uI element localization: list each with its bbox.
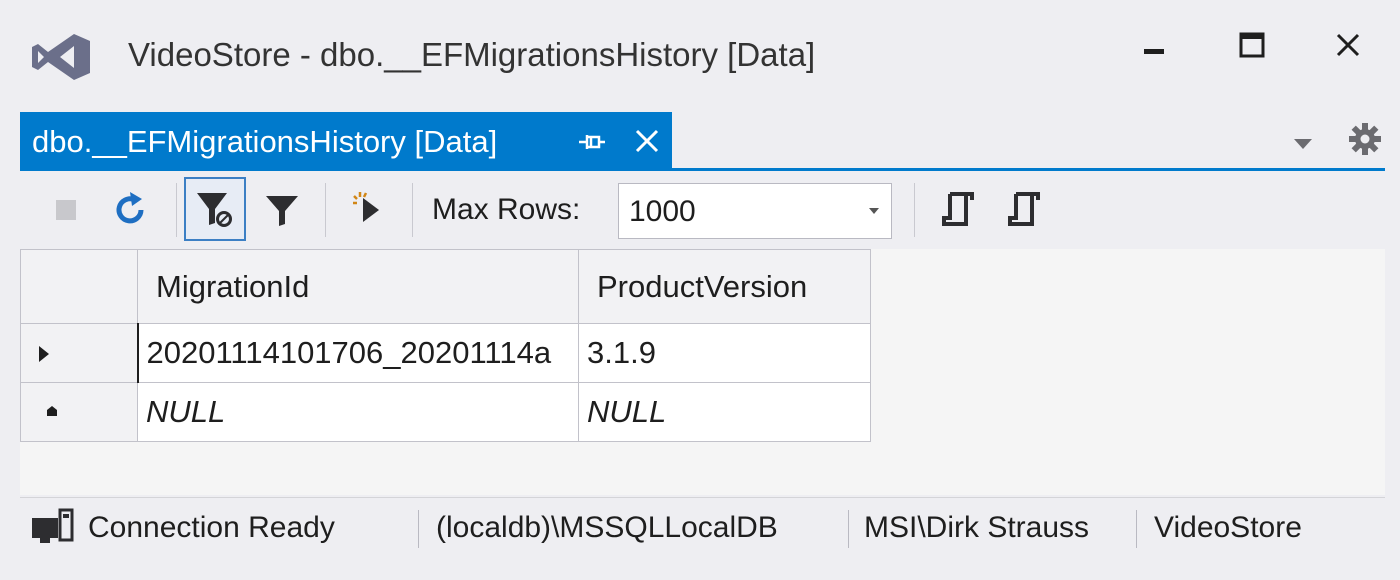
tab-ef-migrations-history[interactable]: dbo.__EFMigrationsHistory [Data] [20,112,672,168]
tab-label: dbo.__EFMigrationsHistory [Data] [32,124,498,159]
user-name: MSI\Dirk Strauss [864,511,1090,544]
script-to-file-button[interactable] [1000,179,1048,241]
row-selector[interactable] [20,323,138,383]
row-selector[interactable] [20,382,138,442]
pin-icon[interactable] [577,128,607,156]
header-row: MigrationId ProductVersion [20,249,871,324]
visual-studio-logo-icon [32,34,90,80]
script-file-icon [1008,192,1040,226]
status-separator [418,510,419,548]
minimize-icon [1144,49,1164,54]
current-row-icon [39,346,49,362]
maximize-button[interactable] [1222,20,1282,70]
server-name: (localdb)\MSSQLLocalDB [436,511,778,544]
script-icon [942,192,974,226]
maximize-icon [1239,32,1265,58]
cell-productversion[interactable]: NULL [578,382,871,442]
status-separator [848,510,849,548]
toolbar-separator [914,183,915,237]
filter-icon [266,196,298,226]
database-name: VideoStore [1154,511,1302,544]
column-header-productversion[interactable]: ProductVersion [578,249,871,324]
document-tab-row: dbo.__EFMigrationsHistory [Data] [20,112,1385,171]
cell-productversion[interactable]: 3.1.9 [578,323,871,383]
data-grid-area: MigrationId ProductVersion 2020111410170… [20,249,1385,495]
table-row[interactable]: 20201114101706_20201114a 3.1.9 [20,323,871,383]
script-button[interactable] [934,179,982,241]
status-bar: Connection Ready (localdb)\MSSQLLocalDB … [20,497,1385,558]
cell-migrationid[interactable]: NULL [137,382,579,442]
close-window-button[interactable] [1318,20,1378,70]
minimize-button[interactable] [1124,20,1184,70]
toolbar-separator [412,183,413,237]
toolbar-separator [325,183,326,237]
title-bar: VideoStore - dbo.__EFMigrationsHistory [… [0,0,1400,112]
stop-icon [56,200,76,220]
gear-icon[interactable] [1346,120,1384,158]
table-row[interactable]: NULL NULL [20,382,871,442]
cell-migrationid[interactable]: 20201114101706_20201114a [136,323,579,383]
refresh-button[interactable] [106,179,154,241]
chevron-down-icon[interactable] [1290,130,1316,156]
max-rows-label: Max Rows: [432,193,581,226]
execute-icon [353,192,379,222]
stop-button[interactable] [46,179,86,241]
new-row-icon [47,406,57,416]
connection-status: Connection Ready [88,511,335,544]
close-icon [1336,33,1360,57]
row-header-corner[interactable] [20,249,138,324]
refresh-icon [116,192,144,224]
max-rows-value: 1000 [629,195,696,228]
apply-filter-button[interactable] [184,177,246,241]
max-rows-select[interactable]: 1000 [618,183,892,239]
status-separator [1136,510,1137,548]
data-toolbar: Max Rows: 1000 [20,171,1385,249]
toolbar-separator [176,183,177,237]
window-title: VideoStore - dbo.__EFMigrationsHistory [… [128,36,816,73]
execute-sql-button[interactable] [346,179,390,241]
chevron-down-icon [869,208,879,214]
close-tab-icon[interactable] [630,124,664,158]
connection-icon [32,508,74,543]
filter-off-icon [197,193,232,227]
filter-button[interactable] [258,179,306,241]
data-grid: MigrationId ProductVersion 2020111410170… [20,249,871,442]
column-header-migrationid[interactable]: MigrationId [137,249,579,324]
